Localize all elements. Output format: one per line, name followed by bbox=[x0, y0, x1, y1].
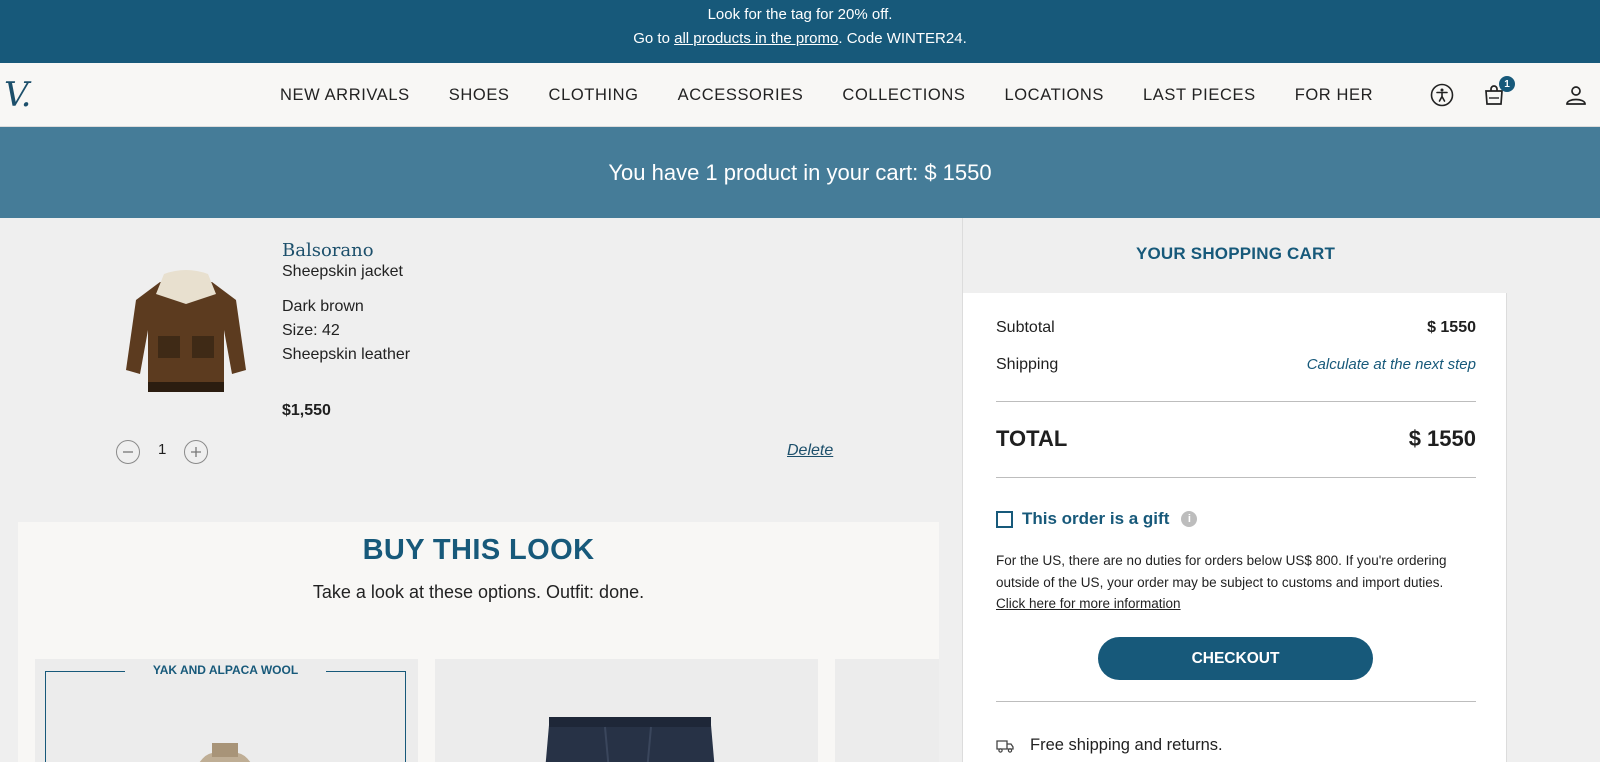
product-size: Size: 42 bbox=[282, 322, 340, 339]
nav-link-clothing[interactable]: CLOTHING bbox=[549, 86, 639, 105]
total-label: TOTAL bbox=[996, 426, 1068, 451]
gift-option: This order is a gift i bbox=[996, 509, 1198, 529]
card-tag-label: YAK AND ALPACA WOOL bbox=[124, 663, 327, 677]
total-value: $ 1550 bbox=[1408, 426, 1476, 451]
promo-line-2-prefix: Go to bbox=[633, 30, 675, 47]
subtotal-label: Subtotal bbox=[996, 319, 1055, 336]
quantity-value: 1 bbox=[158, 441, 167, 458]
summary-heading: YOUR SHOPPING CART bbox=[963, 218, 1508, 293]
nav-link-accessories[interactable]: ACCESSORIES bbox=[678, 86, 804, 105]
promo-bar: Look for the tag for 20% off. Go to all … bbox=[0, 0, 1600, 63]
delete-item-link[interactable]: Delete bbox=[787, 442, 833, 460]
total-row: TOTAL $ 1550 bbox=[996, 426, 1476, 452]
divider bbox=[996, 401, 1476, 402]
sweater-image bbox=[199, 743, 251, 762]
nav-link-for-her[interactable]: FOR HER bbox=[1295, 86, 1373, 105]
buy-this-look-section: BUY THIS LOOK Take a look at these optio… bbox=[18, 522, 939, 762]
nav-link-last-pieces[interactable]: LAST PIECES bbox=[1143, 86, 1256, 105]
order-summary-panel: YOUR SHOPPING CART Subtotal $ 1550 Shipp… bbox=[962, 218, 1508, 762]
promo-products-link[interactable]: all products in the promo bbox=[674, 30, 838, 47]
nav-links: NEW ARRIVALS SHOES CLOTHING ACCESSORIES … bbox=[280, 63, 1412, 127]
logo[interactable]: V. bbox=[4, 75, 31, 115]
decrease-quantity-button[interactable] bbox=[116, 440, 140, 464]
look-card-partial[interactable] bbox=[835, 659, 939, 762]
user-icon[interactable] bbox=[1562, 81, 1590, 109]
truck-icon bbox=[996, 739, 1014, 753]
subtotal-value: $ 1550 bbox=[1427, 319, 1476, 336]
product-price: $1,550 bbox=[282, 402, 331, 419]
look-subtitle: Take a look at these options. Outfit: do… bbox=[312, 582, 645, 602]
plus-icon bbox=[191, 447, 201, 457]
promo-line-2-suffix: . Code WINTER24. bbox=[838, 30, 967, 47]
info-icon[interactable]: i bbox=[1181, 511, 1198, 527]
look-title: BUY THIS LOOK bbox=[362, 534, 595, 566]
shipping-row: Shipping Calculate at the next step bbox=[996, 356, 1476, 374]
gift-label[interactable]: This order is a gift bbox=[1022, 509, 1169, 529]
cart-summary-banner: You have 1 product in your cart: $ 1550 bbox=[0, 127, 1600, 218]
trousers-image bbox=[545, 717, 715, 762]
minus-icon bbox=[123, 451, 133, 453]
nav-link-new-arrivals[interactable]: NEW ARRIVALS bbox=[280, 86, 410, 105]
free-shipping-text: Free shipping and returns. bbox=[1030, 736, 1223, 754]
product-brand[interactable]: Balsorano bbox=[282, 240, 374, 261]
look-card-trousers[interactable] bbox=[435, 659, 818, 762]
nav-link-collections[interactable]: COLLECTIONS bbox=[842, 86, 965, 105]
cart-count-badge: 1 bbox=[1499, 76, 1515, 92]
nav-link-locations[interactable]: LOCATIONS bbox=[1004, 86, 1104, 105]
product-image[interactable] bbox=[120, 260, 252, 400]
increase-quantity-button[interactable] bbox=[184, 440, 208, 464]
free-shipping-row: Free shipping and returns. bbox=[996, 736, 1223, 755]
duties-text: For the US, there are no duties for orde… bbox=[996, 553, 1447, 590]
checkout-button[interactable]: CHECKOUT bbox=[1098, 637, 1373, 680]
promo-line-1: Look for the tag for 20% off. bbox=[707, 6, 893, 23]
product-color: Dark brown bbox=[282, 298, 364, 315]
shipping-label: Shipping bbox=[996, 356, 1059, 373]
accessibility-icon[interactable] bbox=[1428, 81, 1456, 109]
shipping-value: Calculate at the next step bbox=[1306, 356, 1476, 373]
promo-line-2: Go to all products in the promo. Code WI… bbox=[0, 27, 1600, 51]
subtotal-row: Subtotal $ 1550 bbox=[996, 319, 1476, 337]
duties-info-link[interactable]: Click here for more information bbox=[996, 593, 1466, 615]
look-card-sweater[interactable]: YAK AND ALPACA WOOL bbox=[35, 659, 418, 762]
divider bbox=[996, 477, 1476, 478]
shopping-bag-icon[interactable]: 1 bbox=[1480, 76, 1515, 109]
product-material: Sheepskin leather bbox=[282, 346, 411, 363]
product-name: Sheepskin jacket bbox=[282, 263, 403, 280]
nav-link-shoes[interactable]: SHOES bbox=[449, 86, 510, 105]
card-tag: YAK AND ALPACA WOOL bbox=[35, 663, 416, 677]
main-navigation: V. NEW ARRIVALS SHOES CLOTHING ACCESSORI… bbox=[0, 63, 1600, 127]
gift-checkbox[interactable] bbox=[996, 510, 1013, 528]
divider bbox=[996, 701, 1476, 702]
duties-notice: For the US, there are no duties for orde… bbox=[996, 550, 1466, 615]
